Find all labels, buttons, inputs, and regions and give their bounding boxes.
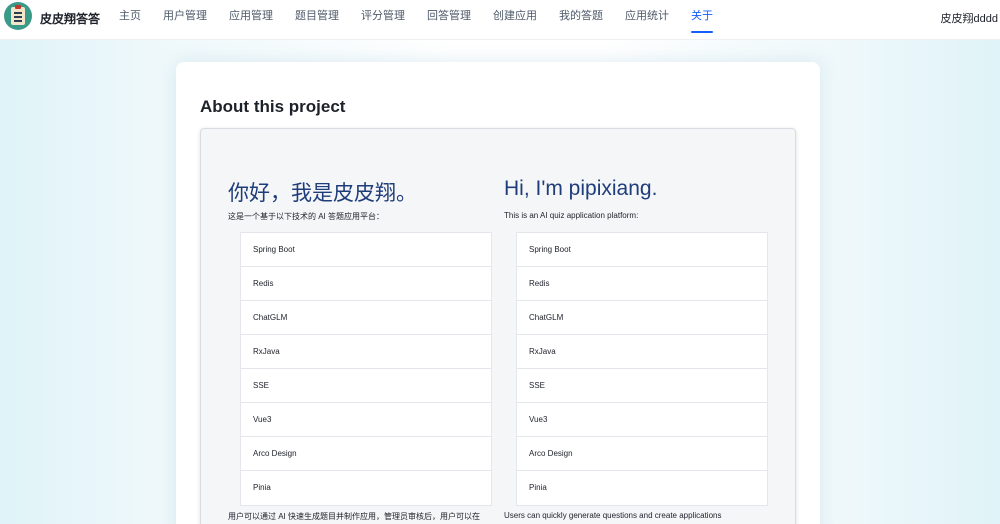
nav-item-2[interactable]: 应用管理 — [218, 0, 284, 40]
tech-list-item: ChatGLM — [241, 301, 491, 335]
tech-list-item: SSE — [517, 369, 767, 403]
page-title: About this project — [200, 97, 346, 116]
tech-list-item: RxJava — [517, 335, 767, 369]
app-logo-icon[interactable] — [4, 2, 32, 30]
nav-item-3[interactable]: 题目管理 — [284, 0, 350, 40]
nav-item-8[interactable]: 应用统计 — [614, 0, 680, 40]
english-heading: Hi, I'm pipixiang. — [504, 177, 658, 200]
nav-item-4[interactable]: 评分管理 — [350, 0, 416, 40]
nav-item-5[interactable]: 回答管理 — [416, 0, 482, 40]
tech-list-item: Spring Boot — [241, 233, 491, 267]
tech-list-item: Redis — [517, 267, 767, 301]
main-menu: 主页 用户管理 应用管理 题目管理 评分管理 回答管理 创建应用 我的答题 应用统计 关于 — [108, 0, 724, 40]
top-navigation-bar: 皮皮翔答答 主页 用户管理 应用管理 题目管理 评分管理 回答管理 创建应用 我的答题 应用统计… — [0, 0, 1000, 40]
nav-item-6[interactable]: 创建应用 — [482, 0, 548, 40]
tech-list-item: Vue3 — [517, 403, 767, 437]
tech-list-item: ChatGLM — [517, 301, 767, 335]
chinese-tech-list: Spring Boot Redis ChatGLM RxJava SSE Vue3 Arco… — [240, 232, 492, 506]
nav-item-1[interactable]: 用户管理 — [152, 0, 218, 40]
english-description: Users can quickly generate questions and… — [504, 511, 722, 520]
english-subtitle: This is an AI quiz application platform: — [504, 211, 639, 220]
tech-list-item: Arco Design — [241, 437, 491, 471]
tech-list-item: SSE — [241, 369, 491, 403]
tech-list-item: Pinia — [253, 483, 271, 492]
chinese-heading: 你好，我是皮皮翔。 — [228, 182, 417, 205]
chinese-description: 用户可以通过 AI 快速生成题目并制作应用，管理员审核后，用户可以在 — [228, 512, 481, 521]
tech-list-item: RxJava — [241, 335, 491, 369]
nav-item-9[interactable]: 关于 — [680, 0, 724, 40]
nav-item-7[interactable]: 我的答题 — [548, 0, 614, 40]
tech-list-item: Arco Design — [517, 437, 767, 471]
tech-list-item: Redis — [241, 267, 491, 301]
tech-list-item: Vue3 — [241, 403, 491, 437]
user-name[interactable]: 皮皮翔dddd — [941, 10, 998, 26]
nav-item-0[interactable]: 主页 — [108, 0, 152, 40]
brand-name[interactable]: 皮皮翔答答 — [40, 10, 100, 27]
tech-list-item: Pinia — [529, 483, 547, 492]
english-tech-list: Spring Boot Redis ChatGLM RxJava SSE Vue3 Arco… — [516, 232, 768, 506]
tech-list-item: Spring Boot — [517, 233, 767, 267]
chinese-subtitle: 这是一个基于以下技术的 AI 答题应用平台： — [228, 212, 385, 221]
